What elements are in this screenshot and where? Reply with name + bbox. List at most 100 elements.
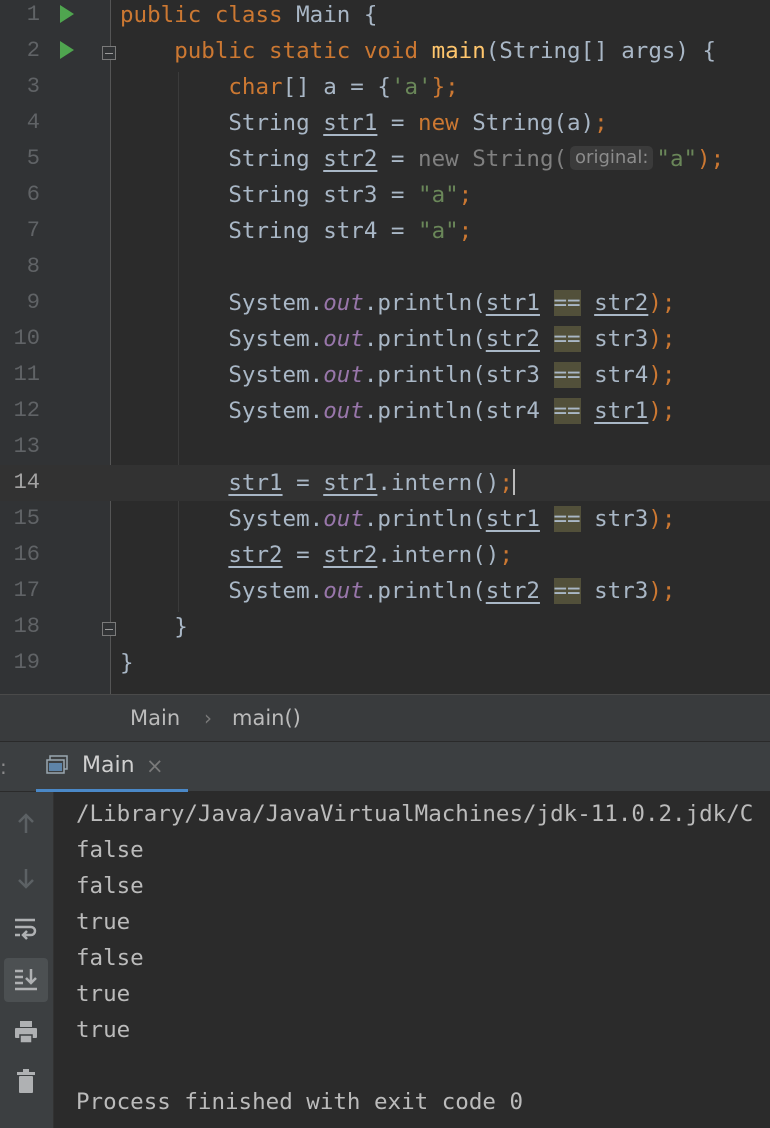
line-number: 7: [26, 218, 40, 243]
run-gutter-icon[interactable]: [60, 41, 74, 59]
variable: str2: [323, 542, 378, 568]
print-button[interactable]: [4, 1010, 48, 1054]
up-stack-button[interactable]: [4, 802, 48, 846]
line-number: 10: [13, 326, 40, 351]
char-literal: 'a': [390, 74, 432, 100]
code-line-9[interactable]: 9 System.out.println(str1 == str2);: [0, 285, 770, 321]
arrow-down-icon: [18, 869, 34, 889]
variable: str1: [323, 470, 378, 496]
comparison-operator: ==: [553, 506, 581, 532]
string-literal: "a": [656, 146, 698, 172]
code-line-4[interactable]: 4 String str1 = new String(a);: [0, 105, 770, 141]
constructor: String(a): [458, 110, 595, 136]
keyword-dimmed: new: [418, 146, 459, 172]
method-call: .println(: [363, 398, 486, 424]
brace: {: [363, 2, 378, 28]
code-line-18[interactable]: 18 }: [0, 609, 770, 645]
keyword: void: [363, 38, 419, 64]
comparison-operator: ==: [553, 362, 581, 388]
code-line-6[interactable]: 6 String str3 = "a";: [0, 177, 770, 213]
code-line-12[interactable]: 12 System.out.println(str4 == str1);: [0, 393, 770, 429]
method-call: .println(: [363, 506, 486, 532]
code-line-14-current[interactable]: 14 str1 = str1.intern();: [0, 465, 770, 501]
code-text: );: [648, 398, 676, 424]
code-text: );: [697, 146, 725, 172]
semicolon: ;: [499, 470, 513, 496]
keyword: new: [418, 110, 459, 136]
variable: str1: [228, 470, 283, 496]
line-number: 5: [26, 146, 40, 171]
semicolon: ;: [594, 110, 608, 136]
code-line-2[interactable]: 2 public static void main(String[] args)…: [0, 33, 770, 69]
code-editor[interactable]: 1 public class Main { 2 public static vo…: [0, 0, 770, 694]
breadcrumb-class[interactable]: Main: [130, 695, 180, 741]
line-number: 13: [13, 434, 40, 459]
variable: str2: [594, 290, 649, 316]
variable: str1: [323, 110, 378, 136]
code-line-11[interactable]: 11 System.out.println(str3 == str4);: [0, 357, 770, 393]
console-output[interactable]: /Library/Java/JavaVirtualMachines/jdk-11…: [54, 792, 770, 1128]
scroll-to-end-icon: [15, 969, 37, 991]
comparison-operator: ==: [553, 326, 581, 352]
run-tab-main[interactable]: Main ×: [36, 742, 188, 792]
close-icon[interactable]: ×: [146, 742, 164, 790]
keyword: char: [228, 74, 283, 100]
trash-icon: [17, 1069, 35, 1093]
operator: =: [282, 542, 324, 568]
variable: str4: [485, 398, 540, 424]
text-caret: [512, 469, 515, 495]
code-text: );: [648, 506, 676, 532]
code-text: [] a = {: [282, 74, 391, 100]
line-number: 16: [13, 542, 40, 567]
line-number: 18: [13, 614, 40, 639]
scroll-to-end-button[interactable]: [4, 958, 48, 1002]
console-line: true: [76, 909, 131, 935]
code-line-3[interactable]: 3 char[] a = {'a'};: [0, 69, 770, 105]
line-number: 15: [13, 506, 40, 531]
soft-wrap-icon: [15, 918, 37, 940]
comparison-operator: ==: [553, 398, 581, 424]
line-number: 8: [26, 254, 40, 279]
class-ref: System.: [228, 326, 324, 352]
console-line: true: [76, 1017, 131, 1043]
variable: str1: [485, 290, 540, 316]
soft-wrap-button[interactable]: [4, 906, 48, 950]
code-line-10[interactable]: 10 System.out.println(str2 == str3);: [0, 321, 770, 357]
method-call: .println(: [363, 326, 486, 352]
code-line-13[interactable]: 13: [0, 429, 770, 465]
code-line-1[interactable]: 1 public class Main {: [0, 0, 770, 33]
code-line-16[interactable]: 16 str2 = str2.intern();: [0, 537, 770, 573]
class-ref: System.: [228, 578, 324, 604]
code-line-5[interactable]: 5 String str2 = new String(original: "a")…: [0, 141, 770, 177]
code-line-19[interactable]: 19 }: [0, 645, 770, 681]
operator: =: [377, 110, 419, 136]
brace: {: [702, 38, 717, 64]
operator: =: [377, 146, 419, 172]
code-text: };: [431, 74, 459, 100]
class-ref: System.: [228, 398, 324, 424]
run-toolbar: [0, 792, 54, 1128]
line-number: 17: [13, 578, 40, 603]
keyword: static: [269, 38, 351, 64]
code-line-15[interactable]: 15 System.out.println(str1 == str3);: [0, 501, 770, 537]
brace: }: [120, 650, 134, 676]
fold-icon[interactable]: [102, 46, 116, 60]
code-line-8[interactable]: 8: [0, 249, 770, 285]
clear-all-button[interactable]: [4, 1060, 48, 1104]
line-number: 1: [26, 2, 40, 27]
fold-icon[interactable]: [102, 622, 116, 636]
parameter-hint: original:: [570, 146, 654, 170]
code-text: );: [648, 578, 676, 604]
method-call: .println(: [363, 290, 486, 316]
method-call: .intern(): [377, 470, 500, 496]
brace: }: [174, 614, 188, 640]
code-line-7[interactable]: 7 String str4 = "a";: [0, 213, 770, 249]
breadcrumb-method[interactable]: main(): [232, 695, 301, 741]
print-icon: [15, 1021, 37, 1044]
variable: str3: [594, 506, 649, 532]
code-line-17[interactable]: 17 System.out.println(str2 == str3);: [0, 573, 770, 609]
string-literal: "a": [418, 182, 459, 208]
semicolon: ;: [499, 542, 513, 568]
run-gutter-icon[interactable]: [60, 5, 74, 23]
down-stack-button[interactable]: [4, 856, 48, 900]
